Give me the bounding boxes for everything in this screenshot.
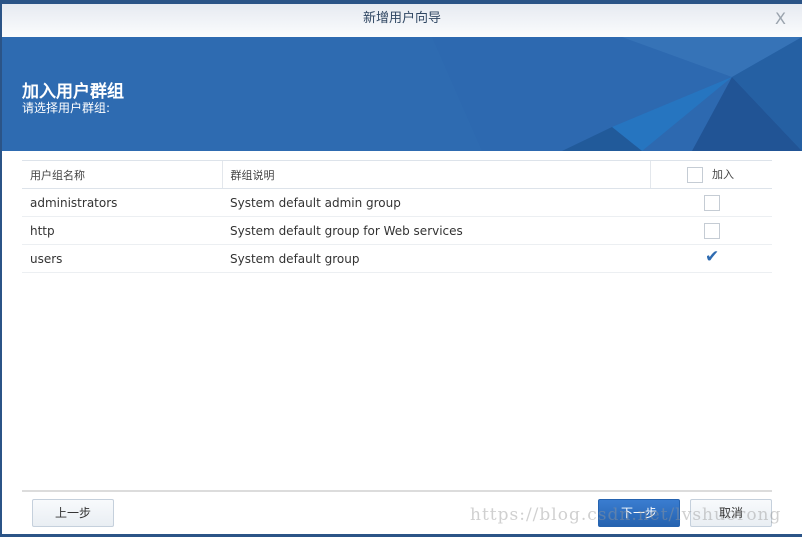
footer-divider	[22, 490, 772, 492]
table-header: 用户组名称 群组说明 加入	[22, 160, 772, 189]
join-checkbox[interactable]	[704, 194, 720, 211]
table-row[interactable]: users System default group ✔	[22, 244, 772, 273]
group-name: users	[22, 244, 222, 273]
close-icon[interactable]: X	[775, 4, 786, 34]
group-name: administrators	[22, 188, 222, 217]
group-desc: System default admin group	[222, 188, 650, 217]
table-row[interactable]: http System default group for Web servic…	[22, 216, 772, 245]
checkmark-icon: ✔	[705, 246, 720, 267]
group-name: http	[22, 216, 222, 245]
header-join: 加入	[649, 160, 772, 189]
join-checkbox-checked[interactable]: ✔	[704, 247, 720, 267]
join-checkbox[interactable]	[704, 222, 720, 239]
header-join-label: 加入	[712, 168, 734, 181]
title-bar: 新增用户向导 X	[2, 4, 802, 37]
watermark: https://blog.csdn.net/lvshuorong	[470, 505, 782, 525]
header-name[interactable]: 用户组名称	[22, 160, 222, 189]
window-title: 新增用户向导	[362, 11, 441, 26]
back-button[interactable]: 上一步	[32, 499, 114, 527]
group-table: 用户组名称 群组说明 加入 administrators System defa…	[22, 160, 772, 273]
group-desc: System default group	[222, 244, 650, 273]
group-desc: System default group for Web services	[222, 216, 650, 245]
table-row[interactable]: administrators System default admin grou…	[22, 188, 772, 217]
banner-subtitle: 请选择用户群组:	[22, 101, 111, 115]
select-all-checkbox[interactable]	[686, 167, 703, 183]
wizard-window: 新增用户向导 X 加入用户群组 请选择用户群组: 用户组名称 群组说明 加入 a…	[2, 4, 802, 534]
header-banner: 加入用户群组 请选择用户群组:	[2, 37, 802, 151]
header-desc[interactable]: 群组说明	[221, 160, 650, 189]
